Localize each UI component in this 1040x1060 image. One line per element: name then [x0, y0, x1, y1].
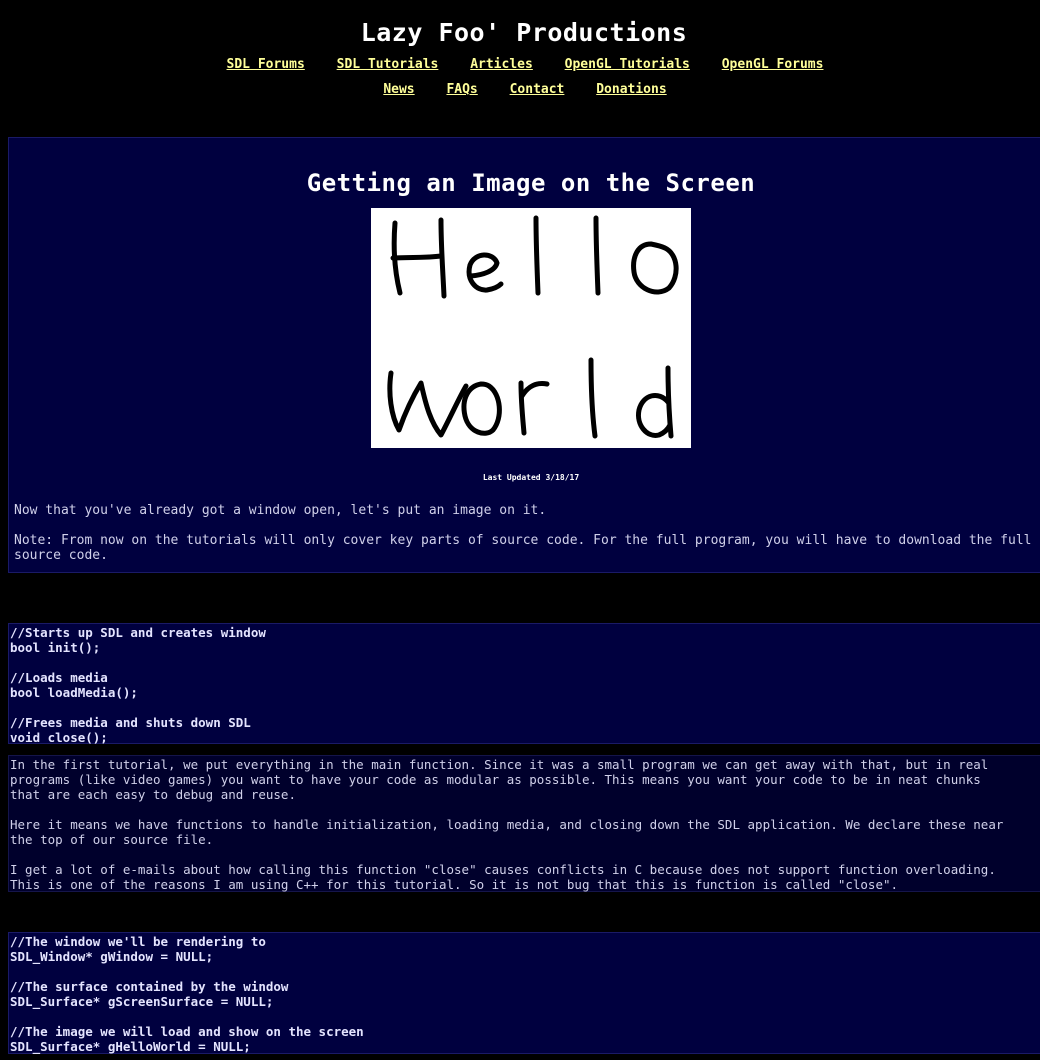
nav-link-donations[interactable]: Donations: [596, 82, 666, 97]
nav-link-news[interactable]: News: [383, 82, 414, 97]
nav-link-opengl-tutorials[interactable]: OpenGL Tutorials: [565, 57, 690, 72]
code-line: //Starts up SDL and creates window: [10, 625, 266, 640]
code-line: //Frees media and shuts down SDL: [10, 715, 251, 730]
text-line: Here it means we have functions to handl…: [10, 817, 1004, 832]
nav-link-opengl-forums[interactable]: OpenGL Forums: [722, 57, 824, 72]
code-line: bool init();: [10, 640, 101, 655]
page-title: Getting an Image on the Screen: [306, 169, 756, 197]
nav-link-faqs[interactable]: FAQs: [446, 82, 477, 97]
text-line: This is one of the reasons I am using C+…: [10, 877, 899, 892]
last-updated: Last Updated 3/18/17: [482, 473, 580, 482]
text-line: programs (like video games) you want to …: [10, 772, 981, 787]
code-line: SDL_Surface* gHelloWorld = NULL;: [10, 1039, 251, 1054]
main-nav-row-1: SDL Forums SDL Tutorials Articles OpenGL…: [0, 57, 1040, 72]
nav-link-contact[interactable]: Contact: [510, 82, 565, 97]
nav-link-sdl-forums[interactable]: SDL Forums: [227, 57, 305, 72]
code-line: //The surface contained by the window: [10, 979, 289, 994]
note-line-2: source code.: [14, 548, 108, 563]
nav-link-sdl-tutorials[interactable]: SDL Tutorials: [337, 57, 439, 72]
nav-link-articles[interactable]: Articles: [470, 57, 533, 72]
text-line: In the first tutorial, we put everything…: [10, 757, 989, 772]
code-line: bool loadMedia();: [10, 685, 138, 700]
code-line: //Loads media: [10, 670, 108, 685]
intro-paragraph: Now that you've already got a window ope…: [14, 503, 547, 518]
text-line: that are each easy to debug and reuse.: [10, 787, 296, 802]
site-title: Lazy Foo' Productions: [360, 18, 688, 47]
note-line-1: Note: From now on the tutorials will onl…: [14, 533, 1032, 548]
code-line: //The image we will load and show on the…: [10, 1024, 364, 1039]
code-line: SDL_Window* gWindow = NULL;: [10, 949, 214, 964]
code-block-globals: //The window we'll be rendering to SDL_W…: [8, 932, 1040, 1054]
main-nav-row-2: News FAQs Contact Donations: [0, 82, 1040, 97]
code-line: void close();: [10, 730, 108, 745]
code-line: //The window we'll be rendering to: [10, 934, 266, 949]
hello-world-drawing: [387, 215, 679, 439]
text-line: the top of our source file.: [10, 832, 214, 847]
text-line: I get a lot of e-mails about how calling…: [10, 862, 996, 877]
code-block-function-prototypes: //Starts up SDL and creates window bool …: [8, 623, 1040, 745]
hello-world-image: [371, 208, 691, 448]
explanation-block: In the first tutorial, we put everything…: [8, 755, 1040, 892]
code-line: SDL_Surface* gScreenSurface = NULL;: [10, 994, 274, 1009]
